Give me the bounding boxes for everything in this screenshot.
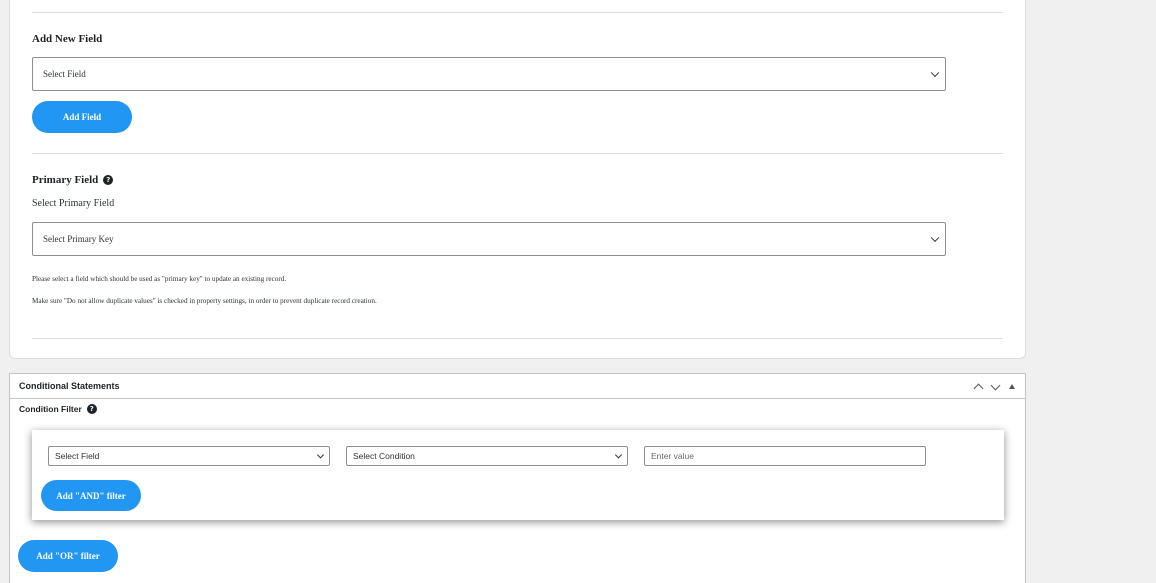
- filter-field-value: Select Field: [55, 451, 100, 461]
- help-icon[interactable]: ?: [86, 404, 97, 414]
- chevron-down-icon: [930, 68, 940, 78]
- chevron-down-icon: [316, 451, 325, 459]
- filter-field-select[interactable]: Select Field: [48, 446, 330, 466]
- chevron-down-icon: [930, 233, 940, 243]
- collapse-toggle-icon[interactable]: [1009, 384, 1015, 389]
- primary-field-title-text: Primary Field: [32, 174, 99, 186]
- panel-controls: [973, 380, 1015, 394]
- select-primary-field-label: Select Primary Field: [32, 198, 115, 209]
- add-or-filter-button[interactable]: Add "OR" filter: [18, 540, 118, 572]
- move-down-icon[interactable]: [990, 380, 1001, 391]
- chevron-down-icon: [614, 451, 623, 459]
- duplicate-values-note: Make sure "Do not allow duplicate values…: [32, 297, 377, 305]
- add-and-filter-button[interactable]: Add "AND" filter: [41, 480, 141, 511]
- select-primary-key-dropdown[interactable]: Select Primary Key: [32, 222, 946, 256]
- conditional-statements-panel: Conditional Statements Condition Filter …: [9, 373, 1026, 583]
- panel-title: Conditional Statements: [19, 381, 120, 391]
- condition-filter-title: Condition Filter ?: [19, 404, 97, 414]
- move-up-icon[interactable]: [973, 383, 984, 394]
- primary-field-title: Primary Field ?: [32, 174, 114, 186]
- primary-key-note: Please select a field which should be us…: [32, 275, 287, 283]
- add-field-button[interactable]: Add Field: [32, 101, 132, 133]
- divider: [32, 12, 1003, 13]
- divider: [32, 153, 1003, 154]
- and-filter-group: Select Field Select Condition Add "AND" …: [32, 430, 1004, 520]
- filter-condition-value: Select Condition: [353, 451, 415, 461]
- add-new-field-title: Add New Field: [32, 33, 103, 45]
- condition-filter-title-text: Condition Filter: [19, 404, 82, 414]
- divider: [32, 338, 1003, 339]
- filter-value-input[interactable]: [644, 446, 926, 466]
- field-settings-card: Add New Field Select Field Add Field Pri…: [9, 0, 1026, 359]
- select-field-value: Select Field: [43, 69, 86, 79]
- panel-header: Conditional Statements: [10, 374, 1025, 399]
- filter-condition-select[interactable]: Select Condition: [346, 446, 628, 466]
- select-field-dropdown[interactable]: Select Field: [32, 57, 946, 91]
- help-icon[interactable]: ?: [103, 175, 114, 185]
- select-primary-key-value: Select Primary Key: [43, 234, 114, 244]
